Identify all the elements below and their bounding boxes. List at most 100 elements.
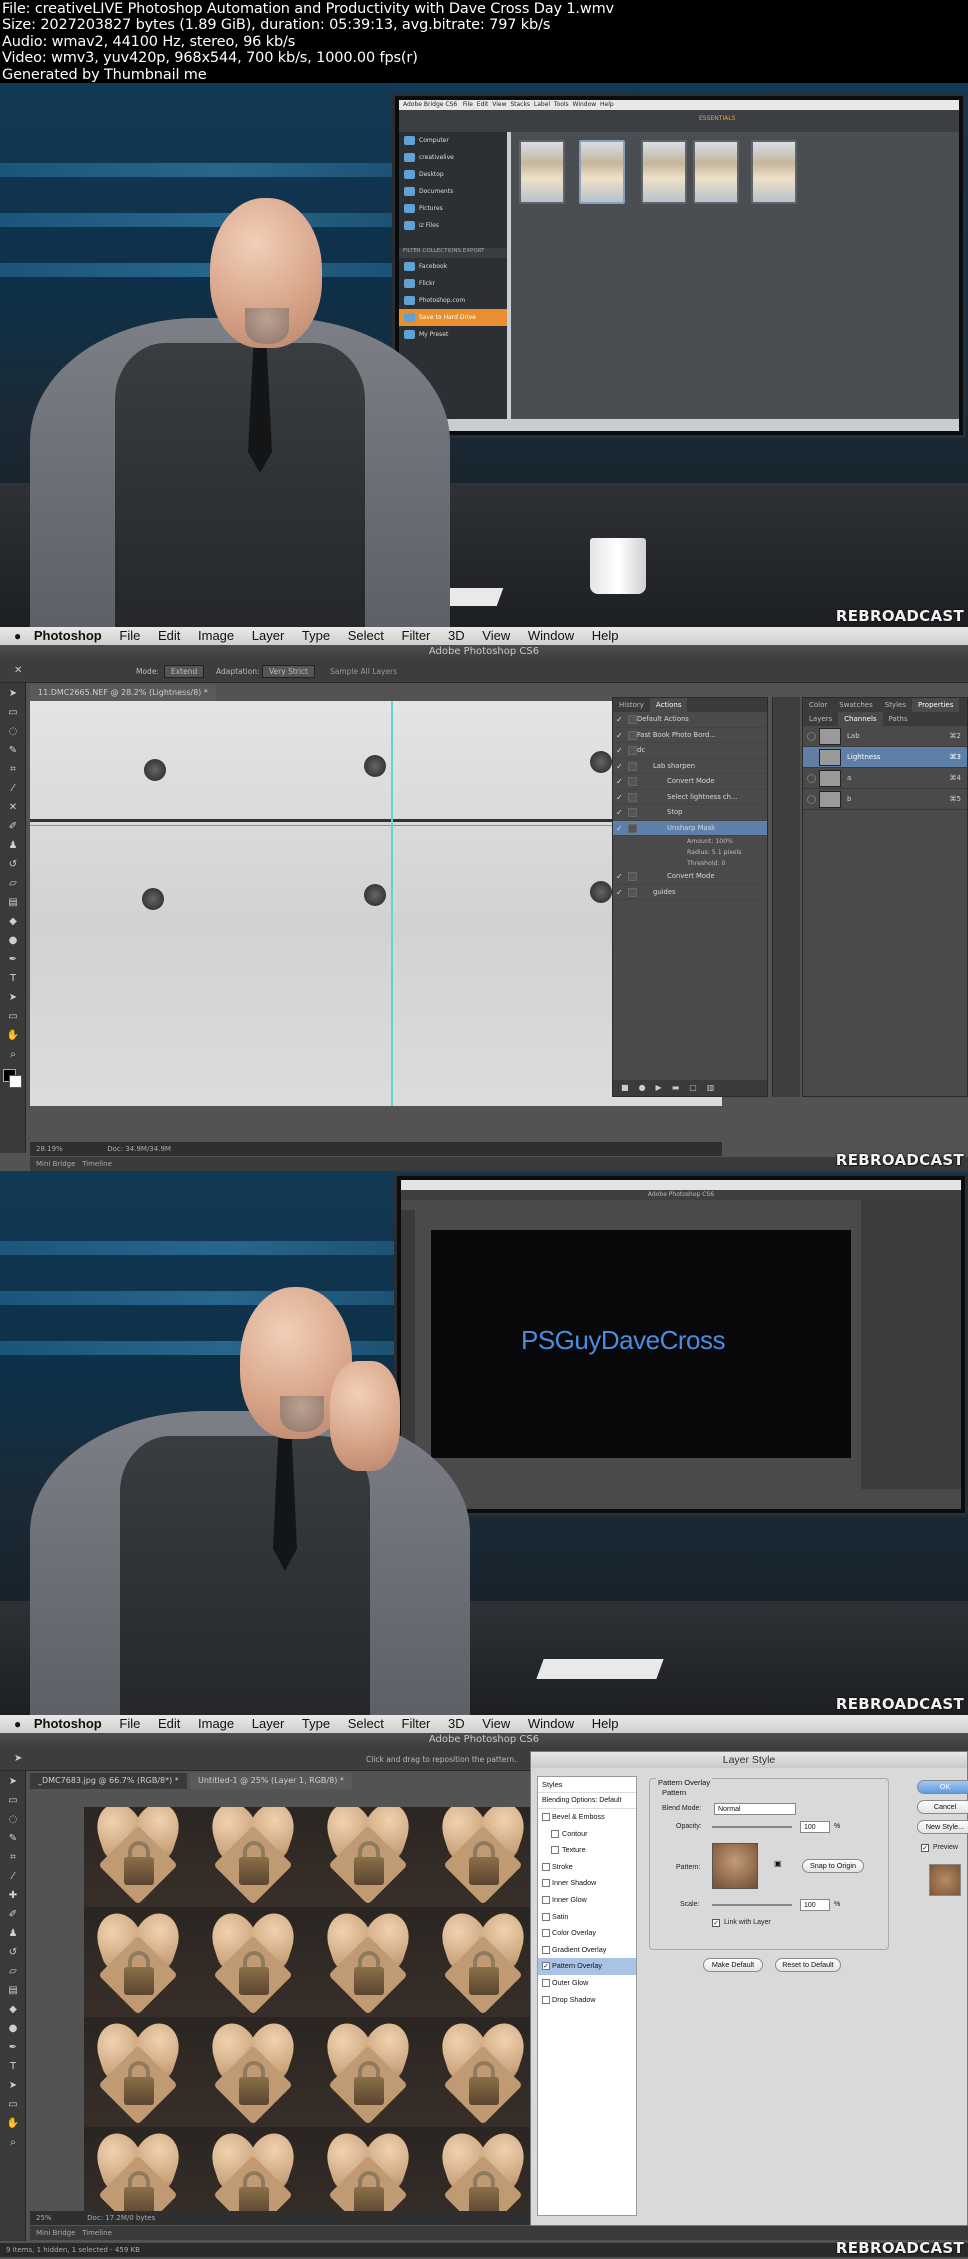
trash-icon[interactable]: ▥: [707, 1083, 725, 1092]
dialog-toggle-icon[interactable]: [628, 761, 637, 771]
tool-preset-icon[interactable]: ✕: [14, 665, 22, 676]
photo-thumbnail[interactable]: [519, 140, 565, 204]
checkmark-icon[interactable]: ✓: [616, 715, 625, 724]
channel-row-b[interactable]: b ⌘5: [803, 789, 967, 810]
quick-select-tool-icon[interactable]: ✎: [5, 743, 21, 759]
eye-icon[interactable]: [807, 795, 816, 804]
pattern-swatch[interactable]: [712, 1843, 758, 1889]
blending-options[interactable]: Blending Options: Default: [538, 1793, 636, 1809]
tab-mini-bridge[interactable]: Mini Bridge: [36, 2229, 75, 2237]
action-row[interactable]: ✓ guides: [613, 885, 767, 900]
snap-to-origin-button[interactable]: Snap to Origin: [802, 1859, 864, 1873]
style-item[interactable]: Gradient Overlay: [538, 1942, 636, 1959]
zoom-level[interactable]: 28.19%: [36, 1145, 63, 1153]
style-checkbox[interactable]: [542, 1813, 550, 1821]
zoom-tool-icon[interactable]: ⌕: [5, 2135, 21, 2151]
content-aware-move-tool-icon[interactable]: ✕: [5, 800, 21, 816]
dialog-toggle-icon[interactable]: [628, 887, 637, 897]
style-checkbox[interactable]: [542, 1912, 550, 1921]
history-brush-tool-icon[interactable]: ↺: [5, 857, 21, 873]
marquee-tool-icon[interactable]: ▭: [5, 1793, 21, 1809]
channel-row-lightness[interactable]: Lightness ⌘3: [803, 747, 967, 768]
path-select-tool-icon[interactable]: ➤: [5, 2078, 21, 2094]
style-checkbox[interactable]: [542, 1929, 550, 1938]
menu-filter[interactable]: Filter: [402, 1715, 431, 1733]
lasso-tool-icon[interactable]: ◌: [5, 724, 21, 740]
menu-image[interactable]: Image: [198, 1715, 234, 1733]
style-item[interactable]: Texture: [538, 1842, 636, 1859]
menu-window[interactable]: Window: [528, 1715, 574, 1733]
eraser-tool-icon[interactable]: ▱: [5, 876, 21, 892]
style-checkbox[interactable]: [542, 1945, 550, 1954]
document-tab[interactable]: _DMC7683.jpg @ 66.7% (RGB/8*) *: [30, 1773, 187, 1789]
tab-styles[interactable]: Styles: [879, 698, 912, 712]
checkmark-icon[interactable]: ✓: [616, 762, 625, 771]
dialog-toggle-icon[interactable]: [628, 746, 637, 755]
style-checkbox[interactable]: [542, 1862, 550, 1871]
dialog-toggle-icon[interactable]: [628, 777, 637, 786]
menu-layer[interactable]: Layer: [252, 1715, 285, 1733]
menu-help[interactable]: Help: [592, 1715, 619, 1733]
tab-timeline[interactable]: Timeline: [82, 1160, 112, 1168]
tab-timeline[interactable]: Timeline: [82, 2229, 112, 2237]
new-action-icon[interactable]: ▢: [689, 1083, 707, 1092]
menu-help[interactable]: Help: [592, 627, 619, 645]
blur-tool-icon[interactable]: ◆: [5, 2002, 21, 2018]
crop-tool-icon[interactable]: ⌗: [5, 762, 21, 778]
pen-tool-icon[interactable]: ✒: [5, 2040, 21, 2056]
action-row[interactable]: ✓ Select lightness ch...: [613, 790, 767, 805]
move-tool-icon[interactable]: ➤: [5, 686, 21, 702]
style-checkbox[interactable]: [551, 1829, 559, 1838]
pen-tool-icon[interactable]: ✒: [5, 952, 21, 968]
eyedropper-tool-icon[interactable]: ⁄: [5, 781, 21, 797]
link-with-layer-checkbox[interactable]: ✓: [712, 1919, 720, 1927]
action-row[interactable]: ✓ Default Actions: [613, 712, 767, 728]
essentials-tab[interactable]: ESSENTIALS: [699, 115, 735, 122]
photo-thumbnail[interactable]: [641, 140, 687, 204]
shape-tool-icon[interactable]: ▭: [5, 2097, 21, 2113]
opacity-field[interactable]: 100: [800, 1821, 830, 1833]
dialog-toggle-icon[interactable]: [628, 715, 637, 724]
menu-layer[interactable]: Layer: [252, 627, 285, 645]
style-item[interactable]: Drop Shadow: [538, 1992, 636, 2009]
tab-layers[interactable]: Layers: [803, 712, 838, 726]
styles-header[interactable]: Styles: [538, 1777, 636, 1793]
eye-icon[interactable]: [807, 774, 816, 783]
opacity-slider[interactable]: [712, 1826, 792, 1828]
dialog-toggle-icon[interactable]: [628, 823, 637, 833]
path-select-tool-icon[interactable]: ➤: [5, 990, 21, 1006]
record-icon[interactable]: ●: [639, 1083, 656, 1092]
channel-row-lab[interactable]: Lab ⌘2: [803, 726, 967, 747]
healing-tool-icon[interactable]: ✚: [5, 1888, 21, 1904]
style-item[interactable]: Bevel & Emboss: [538, 1809, 636, 1826]
checkmark-icon[interactable]: ✓: [616, 731, 625, 740]
blend-mode-select[interactable]: Normal: [714, 1803, 796, 1815]
dodge-tool-icon[interactable]: ●: [5, 2021, 21, 2037]
adaptation-select[interactable]: Very Strict: [262, 665, 316, 678]
style-item[interactable]: Inner Shadow: [538, 1875, 636, 1892]
tab-mini-bridge[interactable]: Mini Bridge: [36, 1160, 75, 1168]
tab-history[interactable]: History: [613, 698, 650, 712]
dialog-toggle-icon[interactable]: [628, 730, 637, 740]
cancel-button[interactable]: Cancel: [917, 1800, 968, 1814]
action-row[interactable]: ✓ Unsharp Mask: [613, 820, 767, 836]
make-default-button[interactable]: Make Default: [703, 1958, 763, 1972]
new-set-icon[interactable]: ▬: [672, 1083, 690, 1092]
gradient-tool-icon[interactable]: ▤: [5, 1983, 21, 1999]
menu-tools[interactable]: Tools: [554, 101, 569, 108]
style-item[interactable]: Outer Glow: [538, 1975, 636, 1992]
checkmark-icon[interactable]: ✓: [616, 824, 625, 833]
style-checkbox[interactable]: [542, 1978, 550, 1987]
photo-thumbnail[interactable]: [751, 140, 797, 204]
blur-tool-icon[interactable]: ◆: [5, 914, 21, 930]
menu-help[interactable]: Help: [600, 101, 614, 108]
dodge-tool-icon[interactable]: ●: [5, 933, 21, 949]
photo-thumbnail[interactable]: [579, 140, 625, 204]
action-row[interactable]: ✓ Convert Mode: [613, 774, 767, 790]
menu-3d[interactable]: 3D: [448, 1715, 465, 1733]
gradient-tool-icon[interactable]: ▤: [5, 895, 21, 911]
marquee-tool-icon[interactable]: ▭: [5, 705, 21, 721]
checkmark-icon[interactable]: ✓: [616, 872, 625, 881]
tab-actions[interactable]: Actions: [649, 698, 688, 712]
menu-photoshop[interactable]: Photoshop: [34, 1715, 102, 1733]
